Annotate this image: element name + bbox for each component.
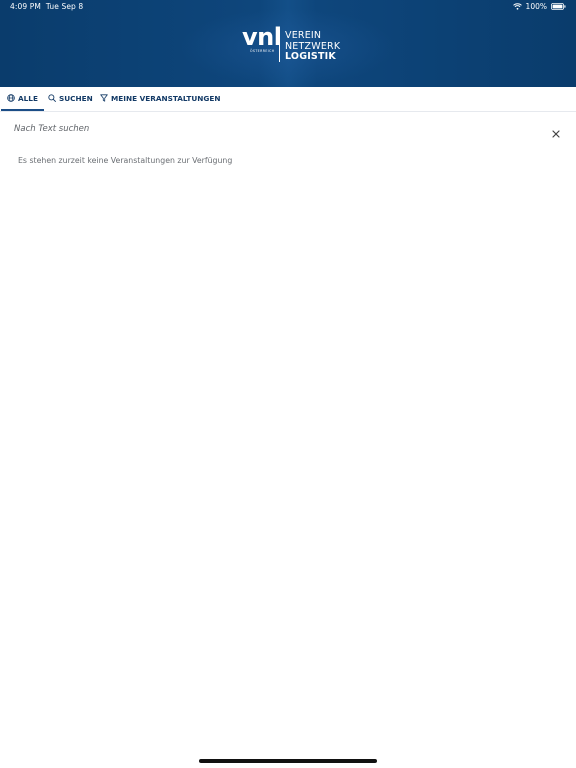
- tab-meine-veranstaltungen[interactable]: MEINE VERANSTALTUNGEN: [100, 87, 220, 109]
- vnl-logo: vnl ÖSTERREICH VEREIN NETZWERK LOGISTIK: [242, 23, 342, 64]
- search-row: [0, 112, 576, 146]
- app-header: 4:09 PM Tue Sep 8 100% vnl ÖSTERREICH VE…: [0, 0, 576, 87]
- empty-state-message: Es stehen zurzeit keine Veranstaltungen …: [18, 156, 233, 165]
- tab-meine-veranstaltungen-label: MEINE VERANSTALTUNGEN: [111, 93, 221, 103]
- close-icon[interactable]: [551, 124, 561, 138]
- globe-icon: [7, 94, 15, 102]
- tab-suchen-label: SUCHEN: [59, 93, 93, 103]
- battery-percent: 100%: [525, 2, 547, 11]
- status-time-date: 4:09 PM Tue Sep 8: [10, 2, 83, 11]
- status-bar: 4:09 PM Tue Sep 8 100%: [0, 0, 576, 14]
- wifi-icon: [512, 3, 522, 10]
- tab-suchen[interactable]: SUCHEN: [48, 87, 93, 109]
- home-indicator[interactable]: [199, 759, 377, 763]
- status-right: 100%: [512, 2, 566, 11]
- logo-line-logistik: LOGISTIK: [285, 51, 336, 62]
- status-time: 4:09 PM: [10, 2, 41, 11]
- tab-alle[interactable]: ALLE: [1, 87, 44, 111]
- status-date: Tue Sep 8: [45, 2, 84, 11]
- battery-icon: [551, 3, 566, 10]
- logo-line-verein: VEREIN: [285, 30, 322, 41]
- tab-alle-label: ALLE: [18, 93, 38, 103]
- filter-icon: [100, 94, 108, 102]
- tab-bar: ALLE SUCHEN MEINE VERANSTALTUNGEN: [0, 87, 576, 112]
- search-icon: [48, 94, 56, 102]
- search-input[interactable]: [14, 121, 514, 137]
- logo-mark: vnl: [242, 23, 282, 51]
- logo-divider: [279, 30, 280, 62]
- logo-text: VEREIN NETZWERK LOGISTIK: [285, 30, 340, 63]
- logo-subtitle: ÖSTERREICH: [250, 49, 275, 53]
